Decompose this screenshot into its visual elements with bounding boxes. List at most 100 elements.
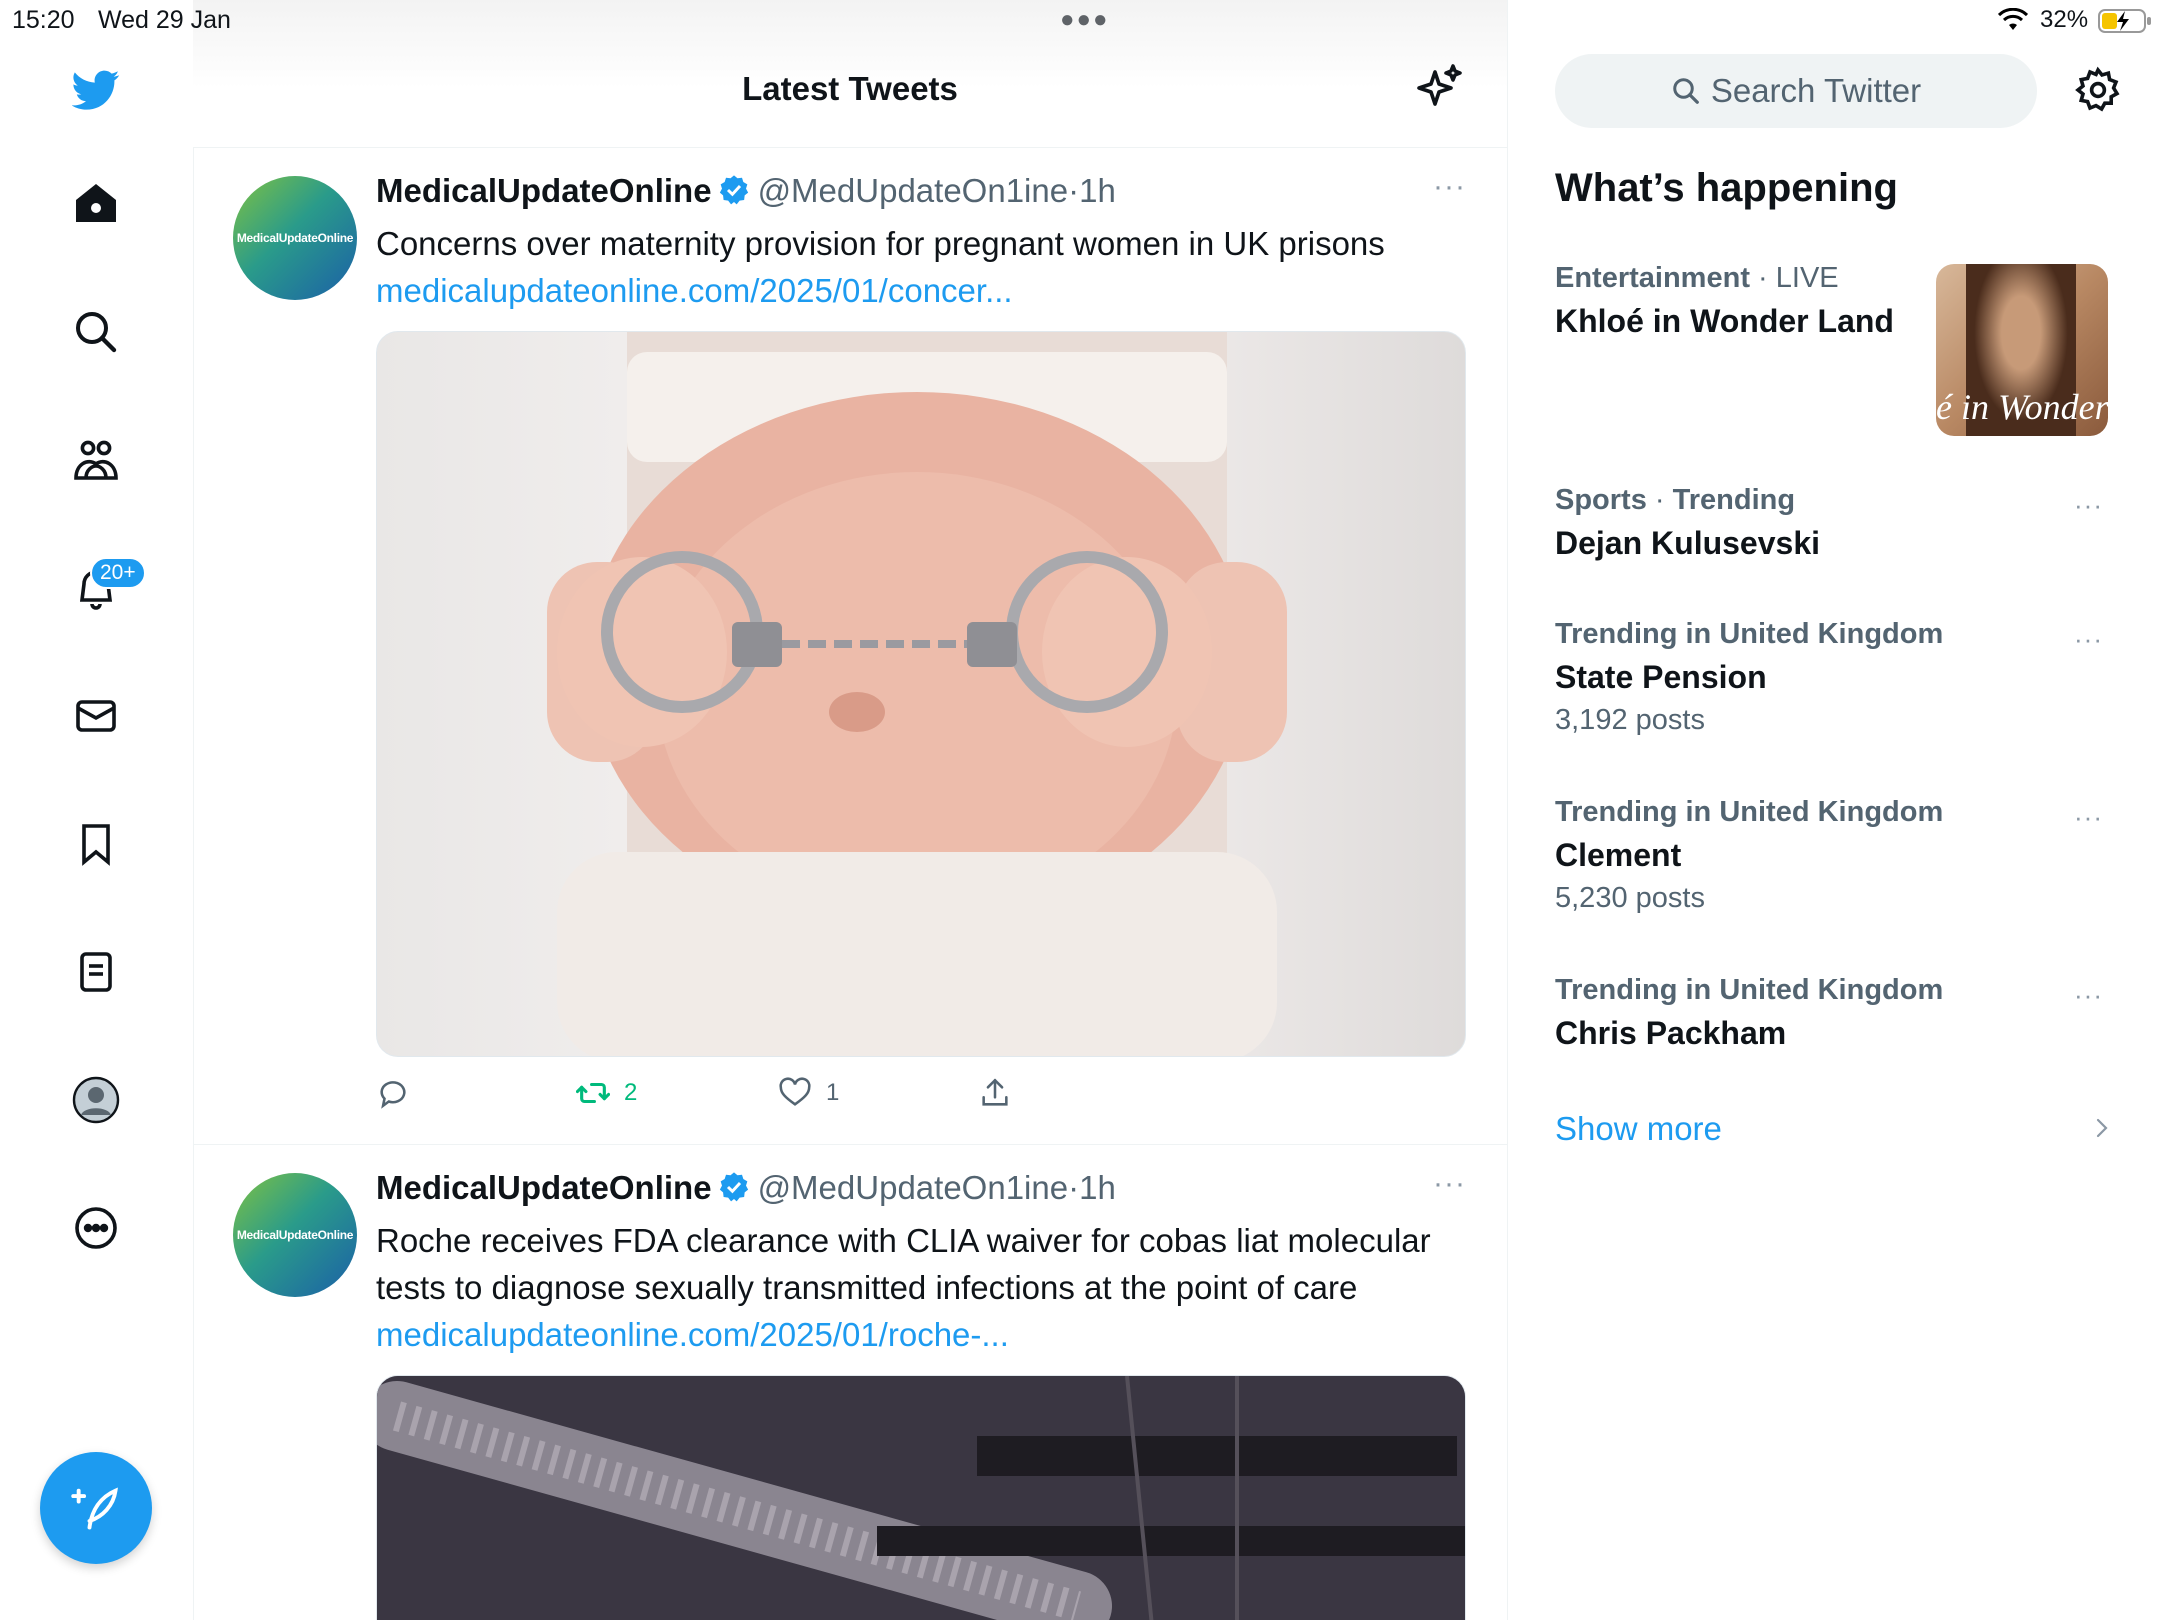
sparkle-timeline-toggle-icon[interactable] (1415, 64, 1463, 112)
trend-item[interactable]: Sports · Trending Dejan Kulusevski (1555, 484, 2115, 562)
trend-separator: · (1749, 262, 1776, 294)
trend-thumbnail[interactable]: é in Wonder L (1936, 264, 2108, 436)
trend-context: Trending in United Kingdom (1555, 974, 2115, 1007)
notification-count-badge: 20+ (90, 557, 146, 589)
search-icon[interactable] (64, 300, 128, 364)
trend-category: Trending in United Kingdom (1555, 974, 1944, 1006)
show-more-link[interactable]: Show more (1555, 1110, 1722, 1148)
share-icon (982, 1078, 1008, 1106)
reply-button[interactable] (376, 1076, 424, 1110)
multitasking-dots-icon[interactable]: ●●● (1060, 6, 1110, 34)
trend-category: Entertainment (1555, 262, 1750, 294)
messages-envelope-icon[interactable] (64, 684, 128, 748)
tweet-text: Concerns over maternity provision for pr… (376, 225, 1385, 262)
communities-icon[interactable] (64, 428, 128, 492)
tweet-more-options-icon[interactable]: ··· (1433, 170, 1466, 204)
more-options-icon[interactable] (64, 1196, 128, 1260)
retweet-count: 2 (624, 1079, 638, 1106)
trend-more-options-icon[interactable]: ··· (2074, 980, 2103, 1011)
author-handle[interactable]: @MedUpdateOn1ine (758, 172, 1069, 209)
trend-post-count: 5,230 posts (1555, 882, 1705, 914)
trend-category: Sports (1555, 484, 1647, 516)
status-bar: 15:20 Wed 29 Jan ●●● 32% (0, 0, 2160, 44)
avatar[interactable]: MedicalUpdateOnline (233, 176, 357, 300)
whats-happening-heading: What’s happening (1555, 166, 1898, 210)
trend-item[interactable]: Trending in United Kingdom State Pension… (1555, 618, 2115, 737)
trend-qualifier: LIVE (1775, 262, 1839, 294)
trend-context: Trending in United Kingdom (1555, 618, 2115, 651)
compose-feather-icon (71, 1487, 118, 1530)
trend-more-options-icon[interactable]: ··· (2074, 802, 2103, 833)
share-button[interactable] (978, 1076, 1026, 1110)
verified-badge-icon (719, 1172, 748, 1202)
chevron-right-icon[interactable] (2090, 1116, 2114, 1140)
wifi-icon (1998, 8, 2028, 30)
tweet-text: Roche receives FDA clearance with CLIA w… (376, 1222, 1431, 1306)
trend-post-count: 3,192 posts (1555, 704, 1705, 736)
battery-charging-icon (2098, 9, 2151, 33)
timeline: Latest Tweets MedicalUpdateOnline Medica… (193, 0, 1508, 1620)
tweet-time[interactable]: 1h (1079, 172, 1116, 209)
separator-dot: · (1068, 172, 1080, 209)
tweet-link[interactable]: medicalupdateonline.com/2025/01/roche-..… (376, 1311, 1466, 1358)
home-icon[interactable] (64, 172, 128, 236)
twitter-logo-icon[interactable] (64, 58, 128, 122)
trend-item[interactable]: Trending in United Kingdom Chris Packham (1555, 974, 2115, 1052)
retweet-button[interactable]: 2 (576, 1076, 637, 1110)
right-sidebar: Search Twitter What’s happening Entertai… (1508, 0, 2160, 1620)
tweet-body: Concerns over maternity provision for pr… (376, 220, 1466, 314)
compose-tweet-button[interactable] (40, 1452, 152, 1564)
trend-name: Chris Packham (1555, 1015, 1787, 1051)
trend-name: State Pension (1555, 659, 1767, 695)
trend-qualifier: Trending (1672, 484, 1796, 516)
separator-dot: · (1068, 1169, 1080, 1206)
trend-item[interactable]: Trending in United Kingdom Clement 5,230… (1555, 796, 2115, 915)
tweet-image[interactable] (376, 1375, 1466, 1620)
page-title: Latest Tweets (742, 70, 958, 107)
thumbnail-caption: é in Wonder L (1936, 387, 2108, 427)
author-handle[interactable]: @MedUpdateOn1ine (758, 1169, 1069, 1206)
status-date: Wed 29 Jan (98, 6, 231, 34)
trend-more-options-icon[interactable]: ··· (2074, 490, 2103, 521)
author-name[interactable]: MedicalUpdateOnline (376, 172, 712, 209)
tweet[interactable]: MedicalUpdateOnline MedicalUpdateOnline @… (193, 148, 1507, 1145)
search-placeholder: Search Twitter (1710, 72, 1922, 109)
tweet-image[interactable] (376, 331, 1466, 1057)
reply-icon (380, 1081, 406, 1109)
retweet-icon (576, 1082, 610, 1104)
tweet-header: MedicalUpdateOnline @MedUpdateOn1ine·1h (376, 172, 1116, 210)
like-button[interactable]: 1 (778, 1076, 839, 1110)
bookmarks-icon[interactable] (64, 812, 128, 876)
trend-context: Trending in United Kingdom (1555, 796, 2115, 829)
tweet[interactable]: MedicalUpdateOnline MedicalUpdateOnline @… (193, 1145, 1507, 1620)
pregnant-belly-handcuffs-photo (547, 332, 1287, 1056)
search-input[interactable]: Search Twitter (1555, 54, 2037, 128)
avatar-logo-text: MedicalUpdateOnline (236, 231, 354, 245)
search-icon (1673, 78, 1699, 104)
trend-more-options-icon[interactable]: ··· (2074, 624, 2103, 655)
avatar[interactable]: MedicalUpdateOnline (233, 1173, 357, 1297)
avatar-logo-text: MedicalUpdateOnline (236, 1228, 354, 1242)
settings-gear-icon[interactable] (2074, 66, 2122, 114)
trend-name: Dejan Kulusevski (1555, 525, 1820, 561)
trend-category: Trending in United Kingdom (1555, 618, 1944, 650)
trend-separator: · (1646, 484, 1673, 516)
trend-context: Sports · Trending (1555, 484, 2115, 517)
sidebar: 20+ (0, 0, 194, 1620)
lists-icon[interactable] (64, 940, 128, 1004)
heart-icon (779, 1077, 811, 1106)
status-time: 15:20 (12, 6, 75, 34)
author-name[interactable]: MedicalUpdateOnline (376, 1169, 712, 1206)
verified-badge-icon (719, 175, 748, 205)
tweet-time[interactable]: 1h (1079, 1169, 1116, 1206)
tweet-more-options-icon[interactable]: ··· (1433, 1167, 1466, 1201)
like-count: 1 (826, 1079, 840, 1106)
battery-percent: 32% (2040, 6, 2089, 33)
tweet-header: MedicalUpdateOnline @MedUpdateOn1ine·1h (376, 1169, 1116, 1207)
trend-category: Trending in United Kingdom (1555, 796, 1944, 828)
tweet-link[interactable]: medicalupdateonline.com/2025/01/concer..… (376, 267, 1466, 314)
profile-avatar-icon[interactable] (64, 1068, 128, 1132)
trend-name: Clement (1555, 837, 1682, 873)
tweet-body: Roche receives FDA clearance with CLIA w… (376, 1217, 1466, 1358)
laboratory-ceiling-photo (377, 1376, 1465, 1620)
